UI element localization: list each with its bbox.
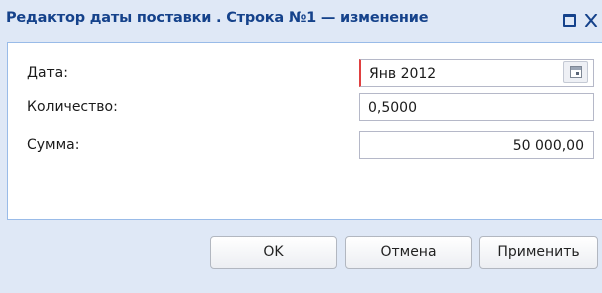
calendar-icon xyxy=(570,66,582,78)
quantity-row: Количество: 0,5000 xyxy=(8,93,602,123)
apply-button[interactable]: Применить xyxy=(479,236,598,269)
date-label: Дата: xyxy=(27,65,68,81)
quantity-field[interactable]: 0,5000 xyxy=(359,93,594,121)
date-row: Дата: Янв 2012 xyxy=(8,59,602,89)
form-panel: Дата: Янв 2012 Количество: 0,5000 Сумма:… xyxy=(7,42,602,220)
sum-label: Сумма: xyxy=(27,137,80,153)
close-icon[interactable] xyxy=(584,14,602,27)
sum-row: Сумма: 50 000,00 xyxy=(8,131,602,161)
ok-button[interactable]: OK xyxy=(210,236,337,269)
dialog-title: Редактор даты поставки . Строка №1 — изм… xyxy=(6,10,429,26)
maximize-icon[interactable] xyxy=(563,14,576,27)
date-field[interactable]: Янв 2012 xyxy=(359,59,594,87)
cancel-button[interactable]: Отмена xyxy=(345,236,472,269)
date-picker-button[interactable] xyxy=(563,61,588,83)
quantity-label: Количество: xyxy=(27,99,118,115)
sum-field[interactable]: 50 000,00 xyxy=(359,131,594,159)
delivery-date-editor-dialog: Редактор даты поставки . Строка №1 — изм… xyxy=(0,0,602,293)
title-bar[interactable]: Редактор даты поставки . Строка №1 — изм… xyxy=(0,0,602,42)
button-bar: OK Отмена Применить xyxy=(0,220,602,293)
